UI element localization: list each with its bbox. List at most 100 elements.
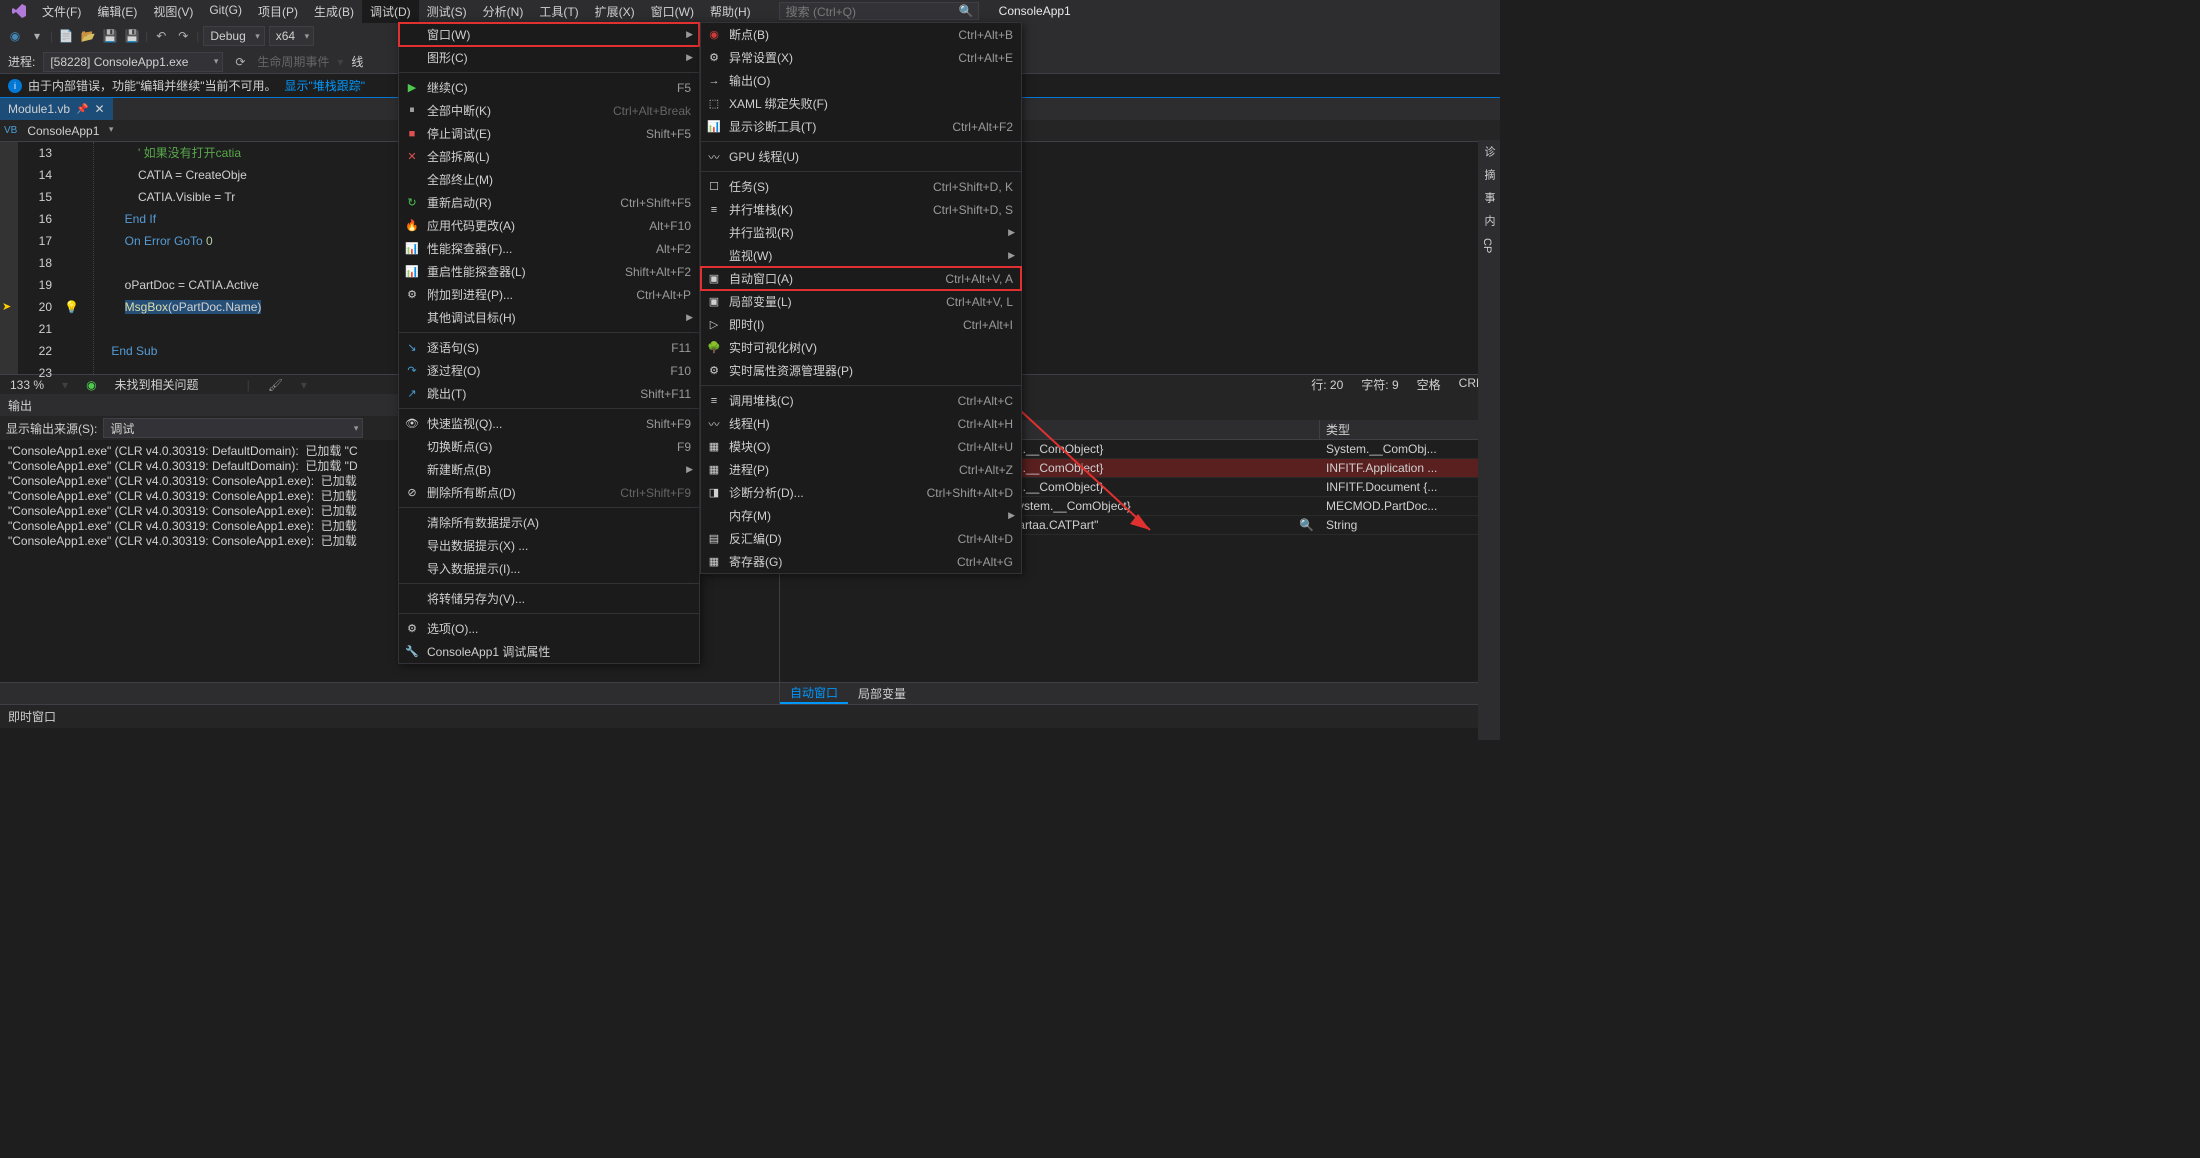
- code-body[interactable]: ' 如果没有打开catia CATIA = CreateObje CATIA.V…: [94, 142, 261, 374]
- menu-item[interactable]: ▣局部变量(L)Ctrl+Alt+V, L: [701, 290, 1021, 313]
- col-indicator[interactable]: 字符: 9: [1361, 376, 1398, 393]
- menu-item[interactable]: 👁快速监视(Q)...Shift+F9: [399, 412, 699, 435]
- process-combo[interactable]: [58228] ConsoleApp1.exe: [43, 52, 223, 72]
- menu-文件(F)[interactable]: 文件(F): [34, 0, 89, 23]
- indent-guide: [78, 142, 94, 374]
- menu-item[interactable]: ⬚XAML 绑定失败(F): [701, 92, 1021, 115]
- saveall-icon[interactable]: 💾: [123, 27, 141, 45]
- menu-item[interactable]: ⚙异常设置(X)Ctrl+Alt+E: [701, 46, 1021, 69]
- menu-生成(B)[interactable]: 生成(B): [306, 0, 362, 23]
- menu-item[interactable]: ⚙选项(O)...: [399, 617, 699, 640]
- menu-item[interactable]: 监视(W)▶: [701, 244, 1021, 267]
- menu-item[interactable]: ▤反汇编(D)Ctrl+Alt+D: [701, 527, 1021, 550]
- menu-item[interactable]: 🔥应用代码更改(A)Alt+F10: [399, 214, 699, 237]
- menu-测试(S)[interactable]: 测试(S): [419, 0, 475, 23]
- notice-text: 由于内部错误，功能"编辑并继续"当前不可用。: [28, 77, 277, 94]
- menu-item[interactable]: 将转储另存为(V)...: [399, 587, 699, 610]
- menu-item[interactable]: 〰GPU 线程(U): [701, 145, 1021, 168]
- menu-item[interactable]: ▷即时(I)Ctrl+Alt+I: [701, 313, 1021, 336]
- document-tab[interactable]: Module1.vb 📌 ✕: [0, 98, 113, 120]
- menu-item[interactable]: 🌳实时可视化树(V): [701, 336, 1021, 359]
- menu-item[interactable]: 窗口(W)▶: [399, 23, 699, 46]
- menu-视图(V)[interactable]: 视图(V): [145, 0, 201, 23]
- debug-window-submenu: ◉断点(B)Ctrl+Alt+B⚙异常设置(X)Ctrl+Alt+E→输出(O)…: [700, 22, 1022, 574]
- menu-item[interactable]: ⚙附加到进程(P)...Ctrl+Alt+P: [399, 283, 699, 306]
- search-box[interactable]: 搜索 (Ctrl+Q) 🔍: [779, 2, 979, 20]
- menu-item[interactable]: →输出(O): [701, 69, 1021, 92]
- lightbulb-icon[interactable]: 💡: [64, 300, 79, 314]
- side-tab[interactable]: CP: [1478, 232, 1496, 259]
- open-icon[interactable]: 📂: [79, 27, 97, 45]
- close-icon[interactable]: ✕: [95, 102, 105, 116]
- redo-icon[interactable]: ↷: [174, 27, 192, 45]
- autos-tabstrip: 自动窗口 局部变量: [780, 682, 1500, 704]
- save-icon[interactable]: 💾: [101, 27, 119, 45]
- side-tab[interactable]: 内: [1478, 209, 1500, 232]
- side-tab[interactable]: 摘: [1478, 163, 1500, 186]
- line-indicator[interactable]: 行: 20: [1311, 376, 1343, 393]
- menu-item[interactable]: 📊显示诊断工具(T)Ctrl+Alt+F2: [701, 115, 1021, 138]
- tab-locals[interactable]: 局部变量: [848, 683, 916, 704]
- tab-autos[interactable]: 自动窗口: [780, 683, 848, 704]
- menu-调试(D)[interactable]: 调试(D): [362, 0, 419, 23]
- menu-item[interactable]: 📊性能探查器(F)...Alt+F2: [399, 237, 699, 260]
- menu-item[interactable]: 其他调试目标(H)▶: [399, 306, 699, 329]
- menu-item[interactable]: ▣自动窗口(A)Ctrl+Alt+V, A: [701, 267, 1021, 290]
- menu-item[interactable]: ▶继续(C)F5: [399, 76, 699, 99]
- output-source-combo[interactable]: 调试: [103, 418, 363, 438]
- config-combo[interactable]: Debug: [203, 26, 264, 46]
- menu-item[interactable]: 新建断点(B)▶: [399, 458, 699, 481]
- menu-item[interactable]: ▦模块(O)Ctrl+Alt+U: [701, 435, 1021, 458]
- menu-item[interactable]: ≡调用堆栈(C)Ctrl+Alt+C: [701, 389, 1021, 412]
- menu-item[interactable]: 全部终止(M): [399, 168, 699, 191]
- side-tab[interactable]: 事: [1478, 186, 1500, 209]
- menu-工具(T)[interactable]: 工具(T): [531, 0, 586, 23]
- menu-item[interactable]: ◉断点(B)Ctrl+Alt+B: [701, 23, 1021, 46]
- menu-item[interactable]: 〰线程(H)Ctrl+Alt+H: [701, 412, 1021, 435]
- right-sidebar: 诊摘事内CP: [1478, 140, 1500, 740]
- menu-item[interactable]: ↻重新启动(R)Ctrl+Shift+F5: [399, 191, 699, 214]
- notice-link[interactable]: 显示"堆栈跟踪": [285, 77, 366, 94]
- vs-logo-icon: [10, 2, 28, 20]
- menu-item[interactable]: ↷逐过程(O)F10: [399, 359, 699, 382]
- menu-编辑(E)[interactable]: 编辑(E): [89, 0, 145, 23]
- menu-item[interactable]: ✕全部拆离(L): [399, 145, 699, 168]
- menu-窗口(W)[interactable]: 窗口(W): [643, 0, 702, 23]
- fwd-icon[interactable]: ▾: [28, 27, 46, 45]
- menu-item[interactable]: ■停止调试(E)Shift+F5: [399, 122, 699, 145]
- menu-帮助(H)[interactable]: 帮助(H): [702, 0, 759, 23]
- menu-item[interactable]: ⚙实时属性资源管理器(P): [701, 359, 1021, 382]
- fold-gutter[interactable]: [62, 142, 78, 374]
- menu-item[interactable]: 切换断点(G)F9: [399, 435, 699, 458]
- insert-mode[interactable]: 空格: [1417, 376, 1441, 393]
- menu-分析(N)[interactable]: 分析(N): [475, 0, 532, 23]
- pin-icon[interactable]: 📌: [76, 104, 88, 115]
- menu-item[interactable]: ◨诊断分析(D)...Ctrl+Shift+Alt+D: [701, 481, 1021, 504]
- menu-item[interactable]: ▦寄存器(G)Ctrl+Alt+G: [701, 550, 1021, 573]
- menu-item[interactable]: ↘逐语句(S)F11: [399, 336, 699, 359]
- menu-item[interactable]: ≡并行堆栈(K)Ctrl+Shift+D, S: [701, 198, 1021, 221]
- col-value[interactable]: [1000, 420, 1320, 439]
- menu-Git(G)[interactable]: Git(G): [201, 0, 250, 23]
- menu-扩展(X)[interactable]: 扩展(X): [587, 0, 643, 23]
- brush-icon[interactable]: 🖌: [268, 378, 283, 392]
- back-icon[interactable]: ◉: [6, 27, 24, 45]
- menu-item[interactable]: ↗跳出(T)Shift+F11: [399, 382, 699, 405]
- menu-项目(P)[interactable]: 项目(P): [250, 0, 306, 23]
- menu-item[interactable]: 📊重启性能探查器(L)Shift+Alt+F2: [399, 260, 699, 283]
- menu-item[interactable]: ☐任务(S)Ctrl+Shift+D, K: [701, 175, 1021, 198]
- nav-project-combo[interactable]: ConsoleApp1: [21, 124, 119, 138]
- menu-item[interactable]: 图形(C)▶: [399, 46, 699, 69]
- menu-item[interactable]: 内存(M)▶: [701, 504, 1021, 527]
- undo-icon[interactable]: ↶: [152, 27, 170, 45]
- menu-item[interactable]: ▦进程(P)Ctrl+Alt+Z: [701, 458, 1021, 481]
- menu-item[interactable]: 并行监视(R)▶: [701, 221, 1021, 244]
- new-icon[interactable]: 📄: [57, 27, 75, 45]
- side-tab[interactable]: 诊: [1478, 140, 1500, 163]
- col-type[interactable]: 类型: [1320, 420, 1500, 439]
- platform-combo[interactable]: x64: [269, 26, 314, 46]
- lifecycle-icon[interactable]: ⟳: [231, 53, 249, 71]
- menu-item[interactable]: 🔧ConsoleApp1 调试属性: [399, 640, 699, 663]
- menu-item[interactable]: 导入数据提示(I)...: [399, 557, 699, 580]
- breakpoint-gutter[interactable]: [0, 142, 18, 374]
